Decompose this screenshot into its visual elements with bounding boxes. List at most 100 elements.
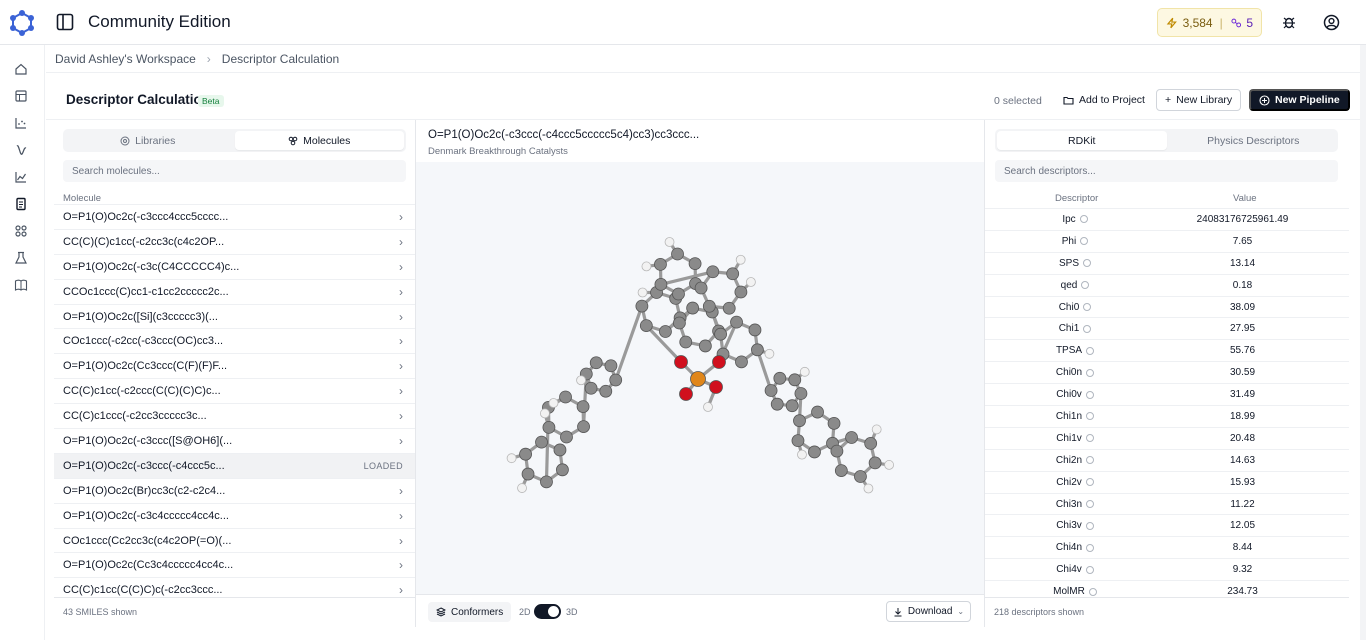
molecule-row[interactable]: O=P1(O)Oc2c(Cc3c4ccccc4cc4c... ›: [54, 552, 415, 577]
user-account-icon[interactable]: [1321, 12, 1341, 32]
descriptor-value: 12.05: [1229, 520, 1256, 532]
download-button[interactable]: Download ⌄: [886, 601, 971, 622]
download-label: Download: [907, 606, 953, 617]
info-icon[interactable]: [1086, 412, 1095, 421]
add-to-project-button[interactable]: Add to Project: [1056, 89, 1152, 111]
document-icon[interactable]: [14, 197, 28, 211]
chevron-right-icon: ›: [399, 533, 403, 548]
search-molecules-input[interactable]: [63, 160, 406, 182]
descriptor-name: Chi1n: [1055, 410, 1083, 422]
molecule-row[interactable]: O=P1(O)Oc2c(-c3c(C4CCCCC4)c... ›: [54, 253, 415, 279]
value-column-header: Value: [1233, 193, 1257, 204]
beaker-icon[interactable]: [14, 251, 28, 265]
tab-rdkit[interactable]: RDKit: [997, 131, 1167, 150]
breadcrumb-workspace[interactable]: David Ashley's Workspace: [55, 52, 196, 66]
descriptor-value: 30.59: [1229, 367, 1256, 379]
info-icon[interactable]: [1083, 303, 1092, 311]
tab-libraries[interactable]: Libraries: [63, 129, 233, 152]
descriptor-name: Chi4n: [1055, 542, 1083, 554]
atom: [773, 371, 787, 385]
molecule-row[interactable]: O=P1(O)Oc2c([Si](c3ccccc3)(... ›: [54, 303, 415, 329]
molecule-row[interactable]: O=P1(O)Oc2c(Br)cc3c(c2-c2c4... ›: [54, 477, 415, 503]
new-pipeline-button[interactable]: New Pipeline: [1249, 89, 1350, 111]
molecule-smiles: O=P1(O)Oc2c(-c3c4ccccc4cc4c...: [63, 509, 229, 522]
page-scrollbar[interactable]: [1360, 45, 1366, 640]
molecule-smiles: O=P1(O)Oc2c(Cc3c4ccccc4cc4c...: [63, 559, 234, 572]
bug-icon[interactable]: [1279, 12, 1299, 32]
beta-badge: Beta: [198, 95, 224, 107]
breadcrumb-current[interactable]: Descriptor Calculation: [222, 52, 339, 66]
molecule-row[interactable]: O=P1(O)Oc2c(-c3c4ccccc4cc4c... ›: [54, 502, 415, 528]
atom: [702, 299, 716, 313]
credits-badge[interactable]: 3,584 | 5: [1157, 8, 1262, 37]
atom: [553, 443, 567, 457]
table-icon[interactable]: [14, 89, 28, 103]
info-icon[interactable]: [1083, 259, 1091, 268]
new-library-button[interactable]: + New Library: [1156, 89, 1242, 111]
descriptor-name: Chi3v: [1056, 520, 1082, 532]
mode-2d-label[interactable]: 2D: [519, 607, 531, 617]
molecule-row[interactable]: CC(C)c1ccc(-c2cc3ccccc3c... ›: [54, 403, 415, 428]
molecule-row[interactable]: O=P1(O)Oc2c(-c3ccc(-c4ccc5c... LOADED: [54, 452, 415, 478]
molecule-row[interactable]: COc1ccc(Cc2cc3c(c4c2OP(=O)(... ›: [54, 527, 415, 553]
2d-3d-toggle[interactable]: [534, 604, 561, 619]
info-icon[interactable]: [1088, 587, 1097, 596]
3d-molecule-viewer[interactable]: [416, 162, 984, 594]
conformers-button[interactable]: Conformers: [428, 602, 512, 622]
info-icon[interactable]: [1085, 565, 1094, 574]
atom: [506, 453, 517, 464]
tab-physics-descriptors[interactable]: Physics Descriptors: [1169, 129, 1339, 152]
molecule-row[interactable]: CCOc1ccc(C)cc1-c1cc2ccccc2c... ›: [54, 278, 415, 304]
info-icon[interactable]: [1085, 521, 1094, 530]
info-icon[interactable]: [1085, 390, 1094, 399]
info-icon[interactable]: [1086, 346, 1095, 355]
atom: [672, 287, 685, 301]
sidebar-toggle-icon[interactable]: [56, 13, 74, 31]
home-icon[interactable]: [14, 62, 28, 76]
line-chart-icon[interactable]: [14, 170, 28, 184]
descriptor-name: Chi3n: [1055, 498, 1083, 510]
atom: [834, 464, 848, 477]
flask-wave-icon[interactable]: [14, 143, 28, 157]
atom: [785, 399, 799, 413]
molecule-icon[interactable]: [14, 224, 28, 238]
atom: [797, 449, 807, 460]
atom: [884, 460, 895, 470]
descriptor-name-cell: Chi0: [985, 302, 1165, 313]
info-icon[interactable]: [1086, 456, 1095, 465]
info-icon[interactable]: [1079, 215, 1088, 224]
descriptor-value: 8.44: [1232, 542, 1253, 554]
tab-molecules[interactable]: Molecules: [234, 131, 404, 150]
info-icon[interactable]: [1086, 368, 1095, 377]
search-descriptors-input[interactable]: [995, 160, 1338, 182]
molecule-row[interactable]: O=P1(O)Oc2c(-c3ccc4ccc5cccc... ›: [54, 204, 415, 229]
lightning-icon: [1166, 17, 1177, 28]
info-icon[interactable]: [1085, 434, 1094, 443]
chart-icon[interactable]: [14, 116, 28, 130]
info-icon[interactable]: [1086, 500, 1095, 509]
molecule-row[interactable]: CC(C)c1cc(-c2ccc(C(C)(C)C)c... ›: [54, 378, 415, 403]
molecule-row[interactable]: CC(C)(C)c1cc(-c2cc3c(c4c2OP... ›: [54, 228, 415, 254]
info-icon[interactable]: [1086, 543, 1095, 552]
molecule-row[interactable]: COc1ccc(-c2cc(-c3ccc(OC)cc3... ›: [54, 328, 415, 353]
info-icon[interactable]: [1085, 478, 1094, 487]
descriptor-value: 55.76: [1229, 345, 1256, 357]
book-icon[interactable]: [14, 278, 28, 292]
secondary-count: 5: [1246, 15, 1253, 30]
info-icon[interactable]: [1083, 324, 1092, 333]
logo-icon[interactable]: [9, 10, 35, 36]
toggle-knob: [548, 606, 559, 617]
molecule-row[interactable]: O=P1(O)Oc2c(-c3ccc([S@OH6](... ›: [54, 428, 415, 453]
atom: [735, 254, 746, 265]
molecule-row[interactable]: O=P1(O)Oc2c(Cc3ccc(C(F)(F)F... ›: [54, 353, 415, 378]
descriptor-row: Chi3n 11.22: [985, 492, 1349, 515]
atom: [730, 315, 743, 329]
descriptor-value: 0.18: [1232, 279, 1253, 291]
molecule-3d-render[interactable]: [416, 162, 984, 594]
molecule-subtitle: Denmark Breakthrough Catalysts: [428, 146, 568, 157]
atom: [548, 398, 559, 408]
atom: [576, 375, 586, 386]
mode-3d-label[interactable]: 3D: [566, 607, 578, 617]
info-icon[interactable]: [1080, 237, 1089, 246]
info-icon[interactable]: [1081, 281, 1090, 290]
